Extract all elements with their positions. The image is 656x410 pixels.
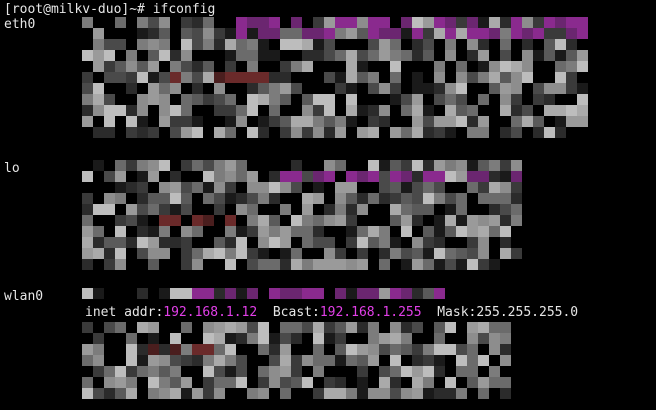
broadcast-address: 192.168.1.255 bbox=[319, 305, 422, 320]
interface-name-eth0: eth0 bbox=[4, 17, 36, 32]
terminal-window[interactable]: [root@milkv-duo]~# ifconfig eth0 lo wlan… bbox=[0, 0, 656, 410]
redacted-wlan0-details bbox=[82, 322, 512, 406]
redacted-eth0-details bbox=[82, 17, 590, 145]
redacted-lo-details bbox=[82, 160, 522, 272]
mask-label: Mask: bbox=[421, 305, 477, 320]
inet-label: inet addr: bbox=[85, 305, 164, 320]
interface-name-wlan0: wlan0 bbox=[4, 289, 44, 304]
netmask: 255.255.255.0 bbox=[476, 305, 579, 320]
redacted-wlan0-hwaddr bbox=[82, 288, 452, 303]
wlan0-inet-line: inet addr:192.168.1.12 Bcast:192.168.1.2… bbox=[85, 305, 578, 321]
bcast-label: Bcast: bbox=[257, 305, 320, 320]
inet-address: 192.168.1.12 bbox=[163, 305, 258, 320]
interface-name-lo: lo bbox=[4, 161, 20, 176]
command-prompt: [root@milkv-duo]~# ifconfig bbox=[4, 2, 216, 17]
